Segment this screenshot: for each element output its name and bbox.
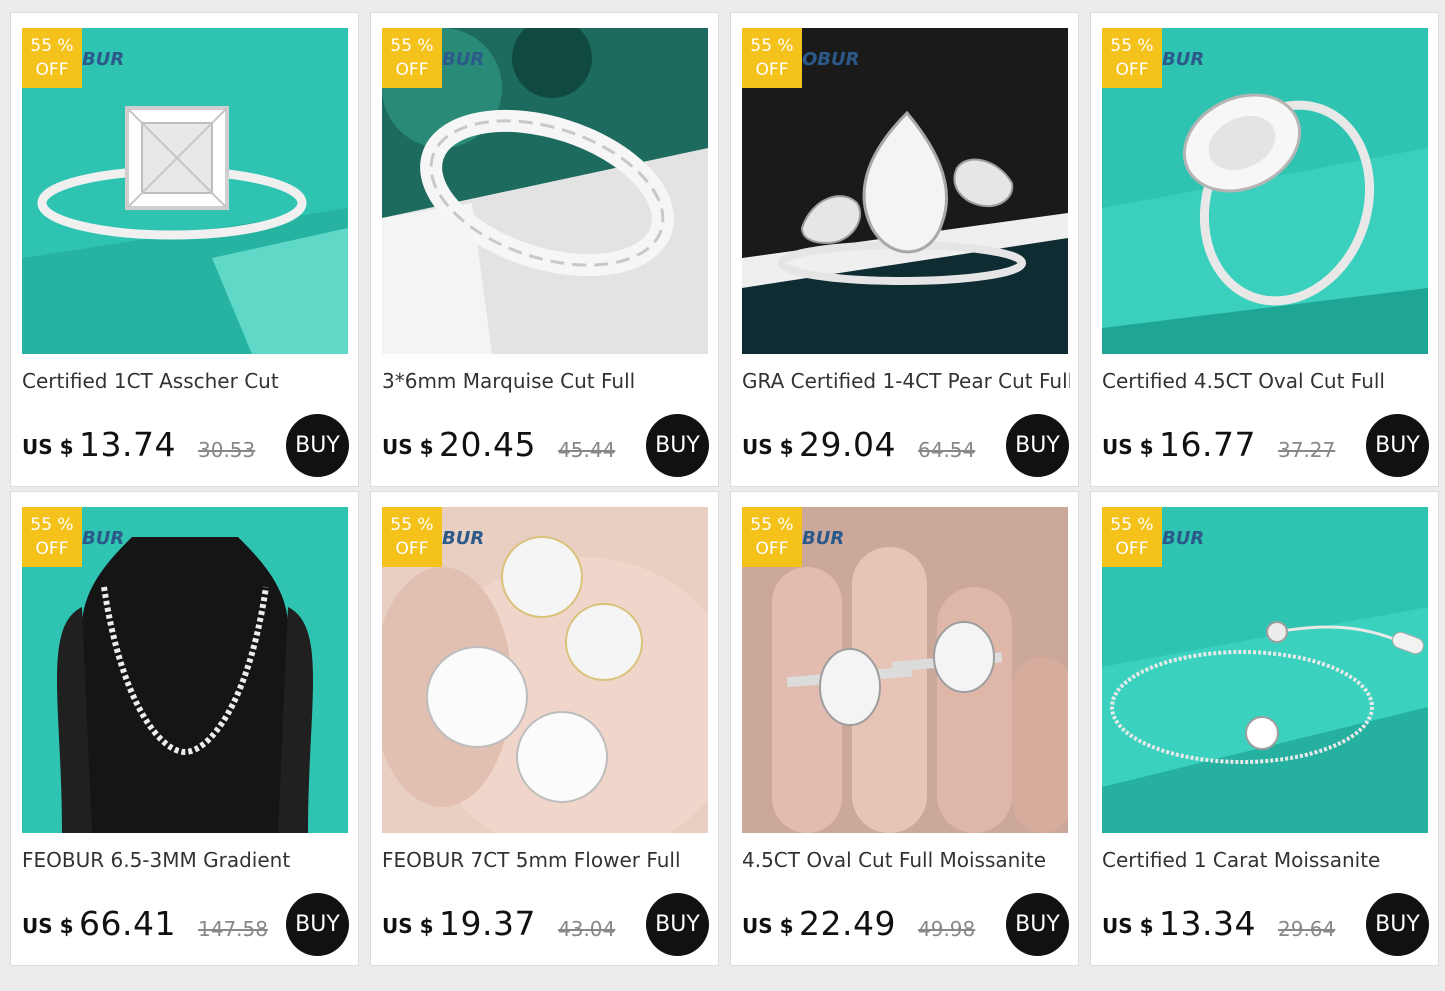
product-card[interactable]: 55 % OFF BUR Certified 4.5CT Oval Cut Fu… (1090, 12, 1439, 487)
product-card[interactable]: 55 % OFF BUR Certified 1 Carat Moissanit… (1090, 491, 1439, 966)
buy-button[interactable]: BUY (286, 893, 349, 956)
sale-price: 16.77 (1159, 425, 1256, 464)
product-title[interactable]: Certified 4.5CT Oval Cut Full (1102, 369, 1430, 393)
currency-label: US $ (742, 435, 794, 459)
product-card[interactable]: 55 % OFF BUR FEOBUR 7CT 5mm Flower Full … (370, 491, 719, 966)
brand-logo: BUR (442, 49, 485, 70)
discount-off: OFF (395, 539, 429, 559)
currency-label: US $ (742, 914, 794, 938)
product-image[interactable]: 55 % OFF BUR (22, 507, 348, 833)
product-card[interactable]: 55 % OFF BUR 4.5CT Oval Cut Full Moissan… (730, 491, 1079, 966)
product-image[interactable]: 55 % OFF BUR (1102, 507, 1428, 833)
price-row: US $ 29.04 64.54 BUY (742, 413, 1069, 477)
product-card[interactable]: 55 % OFF BUR FEOBUR 6.5-3MM Gradient US … (10, 491, 359, 966)
original-price: 30.53 (198, 438, 256, 462)
buy-button[interactable]: BUY (1366, 414, 1429, 477)
product-title[interactable]: GRA Certified 1-4CT Pear Cut Full (742, 369, 1070, 393)
product-title[interactable]: FEOBUR 7CT 5mm Flower Full (382, 848, 710, 872)
sale-price: 13.34 (1159, 904, 1256, 943)
discount-badge: 55 % OFF (382, 28, 442, 88)
original-price: 147.58 (198, 917, 268, 941)
sale-price: 13.74 (79, 425, 176, 464)
product-image[interactable]: 55 % OFF BUR (382, 507, 708, 833)
product-title[interactable]: Certified 1CT Asscher Cut (22, 369, 350, 393)
buy-button[interactable]: BUY (286, 414, 349, 477)
buy-button[interactable]: BUY (646, 893, 709, 956)
brand-logo: BUR (802, 528, 845, 549)
price-row: US $ 22.49 49.98 BUY (742, 892, 1069, 956)
discount-off: OFF (755, 60, 789, 80)
price-row: US $ 66.41 147.58 BUY (22, 892, 349, 956)
currency-label: US $ (1102, 435, 1154, 459)
brand-logo: BUR (1162, 528, 1205, 549)
product-title[interactable]: 4.5CT Oval Cut Full Moissanite (742, 848, 1070, 872)
discount-badge: 55 % OFF (382, 507, 442, 567)
price-row: US $ 13.34 29.64 BUY (1102, 892, 1429, 956)
currency-label: US $ (382, 914, 434, 938)
currency-label: US $ (382, 435, 434, 459)
original-price: 43.04 (558, 917, 616, 941)
discount-off: OFF (755, 539, 789, 559)
product-image[interactable]: 55 % OFF BUR (22, 28, 348, 354)
currency-label: US $ (1102, 914, 1154, 938)
discount-percent: 55 % (30, 515, 74, 535)
discount-badge: 55 % OFF (742, 507, 802, 567)
sale-price: 22.49 (799, 904, 896, 943)
discount-off: OFF (35, 60, 69, 80)
product-title[interactable]: FEOBUR 6.5-3MM Gradient (22, 848, 350, 872)
brand-logo: BUR (442, 528, 485, 549)
original-price: 49.98 (918, 917, 976, 941)
discount-percent: 55 % (30, 36, 74, 56)
discount-percent: 55 % (390, 515, 434, 535)
brand-logo: BUR (1162, 49, 1205, 70)
brand-logo: OBUR (802, 49, 860, 70)
product-title[interactable]: Certified 1 Carat Moissanite (1102, 848, 1430, 872)
discount-off: OFF (35, 539, 69, 559)
discount-off: OFF (1115, 539, 1149, 559)
product-image[interactable]: 55 % OFF BUR (742, 507, 1068, 833)
discount-percent: 55 % (390, 36, 434, 56)
discount-percent: 55 % (1110, 515, 1154, 535)
original-price: 64.54 (918, 438, 976, 462)
price-row: US $ 19.37 43.04 BUY (382, 892, 709, 956)
price-row: US $ 20.45 45.44 BUY (382, 413, 709, 477)
buy-button[interactable]: BUY (646, 414, 709, 477)
currency-label: US $ (22, 435, 74, 459)
discount-badge: 55 % OFF (1102, 507, 1162, 567)
sale-price: 19.37 (439, 904, 536, 943)
discount-badge: 55 % OFF (22, 28, 82, 88)
discount-badge: 55 % OFF (22, 507, 82, 567)
product-image[interactable]: 55 % OFF BUR (1102, 28, 1428, 354)
product-image[interactable]: 55 % OFF BUR (382, 28, 708, 354)
original-price: 29.64 (1278, 917, 1336, 941)
discount-badge: 55 % OFF (1102, 28, 1162, 88)
sale-price: 66.41 (79, 904, 176, 943)
product-card[interactable]: 55 % OFF OBUR GRA Certified 1-4CT Pear C… (730, 12, 1079, 487)
original-price: 45.44 (558, 438, 616, 462)
discount-percent: 55 % (1110, 36, 1154, 56)
product-image[interactable]: 55 % OFF OBUR (742, 28, 1068, 354)
buy-button[interactable]: BUY (1366, 893, 1429, 956)
currency-label: US $ (22, 914, 74, 938)
sale-price: 20.45 (439, 425, 536, 464)
brand-logo: BUR (82, 49, 125, 70)
product-card[interactable]: 55 % OFF BUR Certified 1CT Asscher Cut U… (10, 12, 359, 487)
product-title[interactable]: 3*6mm Marquise Cut Full (382, 369, 710, 393)
product-card[interactable]: 55 % OFF BUR 3*6mm Marquise Cut Full US … (370, 12, 719, 487)
buy-button[interactable]: BUY (1006, 414, 1069, 477)
original-price: 37.27 (1278, 438, 1336, 462)
brand-logo: BUR (82, 528, 125, 549)
buy-button[interactable]: BUY (1006, 893, 1069, 956)
discount-off: OFF (1115, 60, 1149, 80)
product-grid: 55 % OFF BUR Certified 1CT Asscher Cut U… (10, 12, 1439, 966)
discount-badge: 55 % OFF (742, 28, 802, 88)
price-row: US $ 16.77 37.27 BUY (1102, 413, 1429, 477)
price-row: US $ 13.74 30.53 BUY (22, 413, 349, 477)
discount-off: OFF (395, 60, 429, 80)
sale-price: 29.04 (799, 425, 896, 464)
discount-percent: 55 % (750, 515, 794, 535)
discount-percent: 55 % (750, 36, 794, 56)
